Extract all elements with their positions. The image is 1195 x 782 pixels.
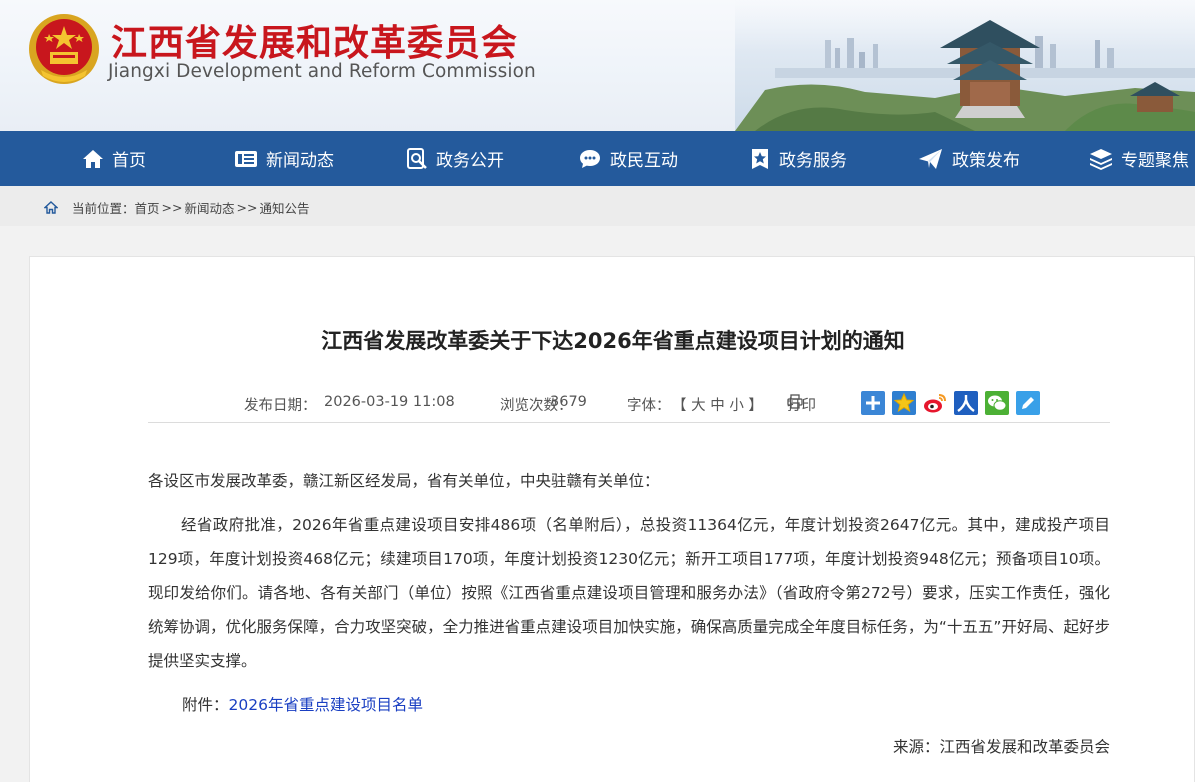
renmin-icon[interactable] xyxy=(954,391,978,415)
breadcrumb: 当前位置： 首页 >> 新闻动态 >> 通知公告 xyxy=(44,198,309,217)
chat-icon xyxy=(580,149,600,168)
nav-label: 政策发布 xyxy=(952,151,1020,171)
favorite-star-icon[interactable] xyxy=(892,391,916,415)
weibo-icon[interactable] xyxy=(923,391,947,415)
nav-interaction[interactable]: 政民互动 xyxy=(578,131,678,186)
salutation: 各设区市发展改革委，赣江新区经发局，省有关单位，中央驻赣有关单位： xyxy=(148,472,660,490)
site-subtitle: Jiangxi Development and Reform Commissio… xyxy=(108,61,536,82)
national-emblem-icon xyxy=(29,14,99,84)
print-button[interactable]: 打印 xyxy=(787,394,816,414)
nav-label: 政务服务 xyxy=(779,151,847,171)
article-source: 来源：江西省发展和改革委员会 xyxy=(892,738,1110,756)
article-title: 江西省发展改革委关于下达2026年省重点建设项目计划的通知 xyxy=(321,329,905,353)
nav-label: 政民互动 xyxy=(610,151,678,171)
nav-label: 政务公开 xyxy=(436,151,504,171)
breadcrumb-home[interactable]: 首页 xyxy=(135,198,160,217)
font-size-switch[interactable]: 【 大 中 小 】 xyxy=(672,394,763,415)
main-nav: 首页 新闻动态 政务公开 政民互动 政务服务 政策发布 专题聚焦 xyxy=(0,131,1195,186)
breadcrumb-notices[interactable]: 通知公告 xyxy=(259,198,309,217)
views-value: 3679 xyxy=(550,394,587,410)
breadcrumb-bar: 当前位置： 首页 >> 新闻动态 >> 通知公告 xyxy=(0,186,1195,226)
paper-plane-icon xyxy=(919,148,942,169)
nav-home[interactable]: 首页 xyxy=(82,131,146,186)
tengwang-pavilion-scenery xyxy=(735,0,1195,131)
wechat-icon[interactable] xyxy=(985,391,1009,415)
home-icon xyxy=(83,149,103,168)
news-icon xyxy=(235,150,257,167)
site-header: 江西省发展和改革委员会 Jiangxi Development and Refo… xyxy=(0,0,1195,131)
attachment-link[interactable]: 2026年省重点建设项目名单 xyxy=(229,696,423,714)
meta-divider xyxy=(148,422,1110,423)
date-label: 发布日期： xyxy=(244,398,317,414)
attachment-line: 附件：2026年省重点建设项目名单 xyxy=(182,688,1144,722)
breadcrumb-separator: >> xyxy=(161,200,183,215)
breadcrumb-news[interactable]: 新闻动态 xyxy=(184,198,234,217)
article-card: 江西省发展改革委关于下达2026年省重点建设项目计划的通知 发布日期： 2026… xyxy=(29,256,1195,782)
nav-topics[interactable]: 专题聚焦 xyxy=(1089,131,1189,186)
nav-label: 首页 xyxy=(112,151,146,171)
home-icon xyxy=(44,201,58,214)
nav-label: 新闻动态 xyxy=(266,151,334,171)
search-doc-icon xyxy=(407,147,427,169)
article-body: 经省政府批准，2026年省重点建设项目安排486项（名单附后），总投资11364… xyxy=(148,516,1110,670)
nav-gov-affairs[interactable]: 政务公开 xyxy=(406,131,504,186)
breadcrumb-prefix: 当前位置： xyxy=(72,201,135,216)
edit-note-icon[interactable] xyxy=(1016,391,1040,415)
nav-policy[interactable]: 政策发布 xyxy=(918,131,1020,186)
share-bar xyxy=(861,391,1047,415)
layers-icon xyxy=(1090,148,1112,170)
site-title: 江西省发展和改革委员会 xyxy=(111,23,519,64)
print-label: 打印 xyxy=(787,398,816,414)
font-size-label: 字体： xyxy=(627,398,671,414)
breadcrumb-separator: >> xyxy=(236,200,258,215)
nav-label: 专题聚焦 xyxy=(1121,151,1189,171)
nav-services[interactable]: 政务服务 xyxy=(749,131,847,186)
nav-news[interactable]: 新闻动态 xyxy=(234,131,334,186)
date-value: 2026-03-19 11:08 xyxy=(324,394,455,410)
star-badge-icon xyxy=(752,148,768,169)
attachment-label: 附件： xyxy=(182,696,229,714)
plus-share-icon[interactable] xyxy=(861,391,885,415)
